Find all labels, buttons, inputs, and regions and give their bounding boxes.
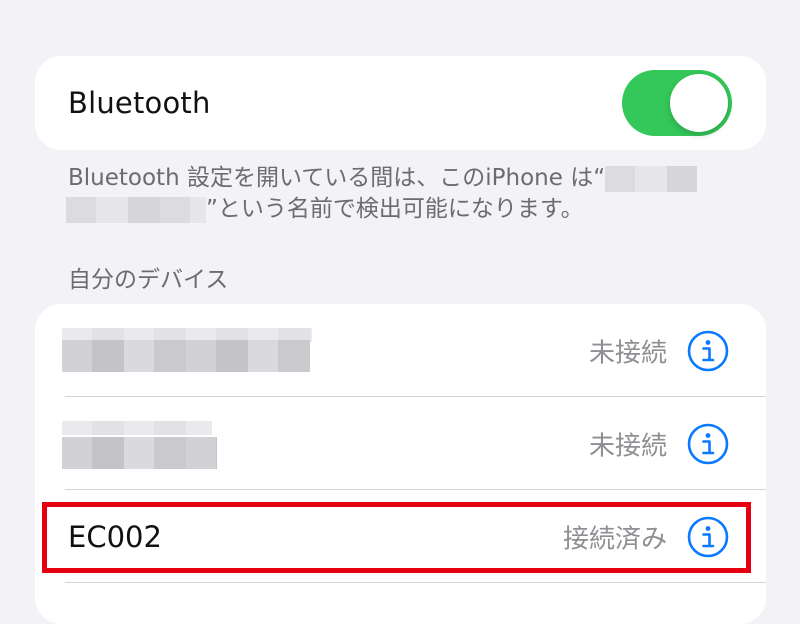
row-divider <box>65 582 766 583</box>
bluetooth-card: Bluetooth <box>35 56 766 150</box>
device-name: EC002 <box>68 519 162 554</box>
footnote-text-before: Bluetooth 設定を開いている間は、このiPhone は“ <box>68 165 606 191</box>
my-devices-header: 自分のデバイス <box>68 267 229 293</box>
info-circle-icon[interactable] <box>687 330 729 372</box>
connection-status: 未接続 <box>588 338 667 368</box>
redacted-device-name <box>62 340 310 372</box>
redacted-device-name <box>62 437 217 469</box>
device-row-ec002[interactable]: EC002 接続済み <box>35 490 766 583</box>
bluetooth-label: Bluetooth <box>68 86 211 120</box>
redacted-device-name <box>605 165 698 192</box>
device-row[interactable]: 未接続 <box>35 304 766 397</box>
my-devices-list: 未接続 未接続 EC002 接続済み <box>35 304 766 624</box>
connection-status: 接続済み <box>562 524 667 554</box>
info-circle-icon[interactable] <box>687 423 729 465</box>
bluetooth-toggle[interactable] <box>622 70 732 136</box>
footnote-text-after: ”という名前で検出可能になります。 <box>206 196 584 222</box>
connection-status: 未接続 <box>588 431 667 461</box>
redacted-device-name-top <box>62 421 212 435</box>
info-circle-icon[interactable] <box>687 516 729 558</box>
redacted-device-name-cont <box>66 196 206 223</box>
device-row[interactable]: 未接続 <box>35 397 766 490</box>
discoverable-footnote: Bluetooth 設定を開いている間は、このiPhone は“ ”という名前で… <box>66 163 748 225</box>
toggle-knob <box>670 74 728 132</box>
